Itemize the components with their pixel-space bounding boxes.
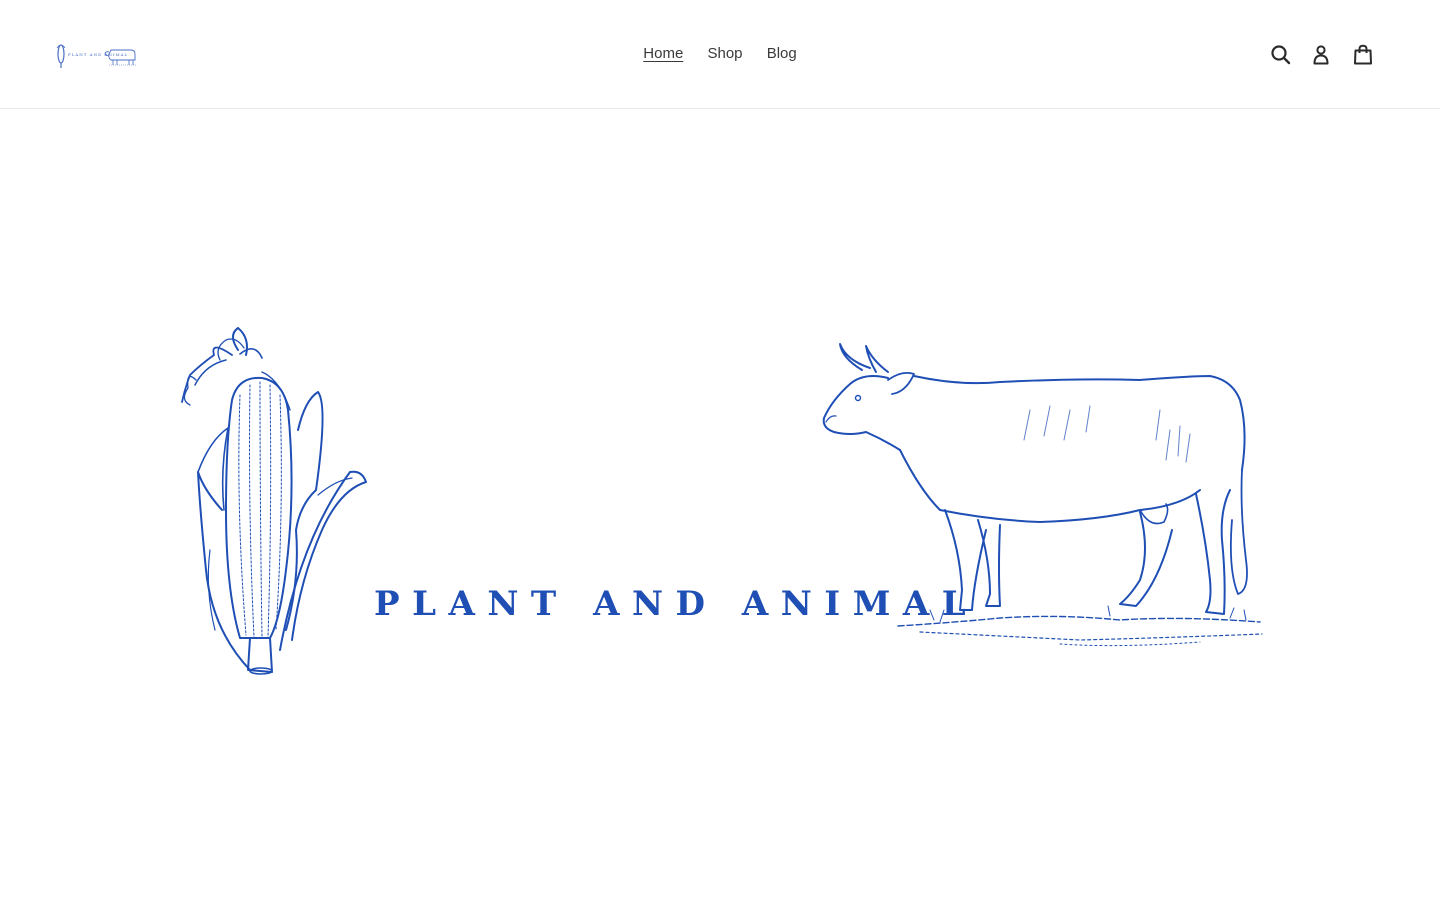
hero-title: PLANT AND ANIMAL (374, 584, 979, 624)
hero-banner: PLANT AND ANIMAL (0, 110, 1440, 900)
search-icon (1271, 45, 1291, 65)
nav-link-home[interactable]: Home (643, 44, 683, 64)
search-button[interactable] (1268, 42, 1294, 68)
nav-link-shop[interactable]: Shop (707, 44, 742, 64)
account-button[interactable] (1308, 42, 1334, 68)
cart-icon (1354, 44, 1372, 65)
corn-illustration (181, 327, 367, 675)
main-nav: Home Shop Blog (0, 44, 1440, 64)
hero-illustration (181, 327, 1263, 675)
header-icons (1268, 42, 1378, 68)
account-icon (1313, 45, 1329, 65)
site-header: PLANT AND ANIMAL Home Shop Blog (0, 0, 1440, 109)
nav-link-blog[interactable]: Blog (767, 44, 797, 64)
cart-button[interactable] (1350, 42, 1376, 68)
